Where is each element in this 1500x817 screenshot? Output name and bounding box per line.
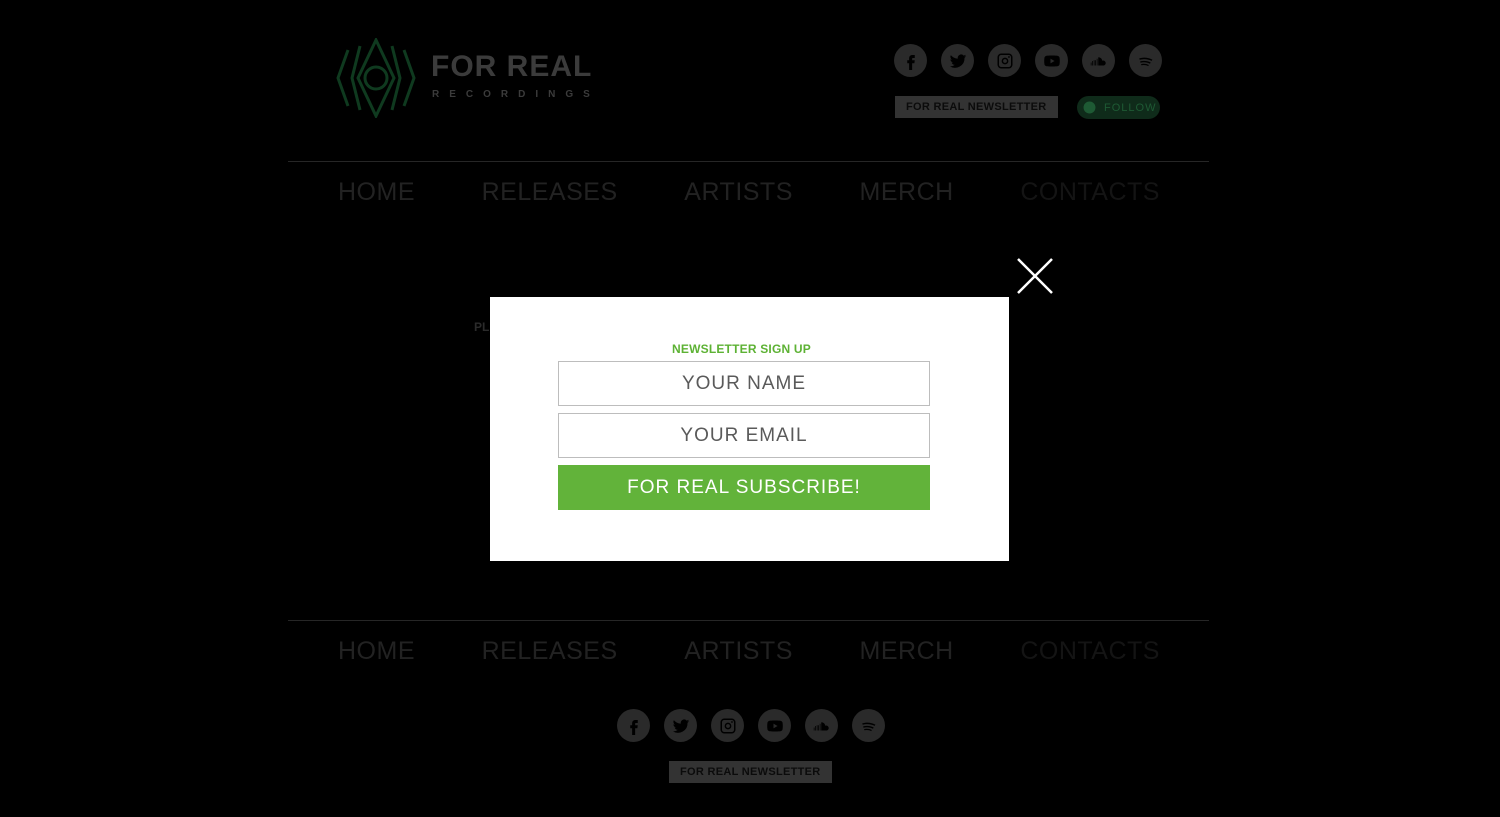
footer-nav: HOME RELEASES ARTISTS MERCH CONTACTS	[338, 637, 1160, 666]
footer-nav-releases[interactable]: RELEASES	[482, 637, 618, 666]
instagram-link[interactable]	[988, 44, 1021, 77]
footer-newsletter-button[interactable]: FOR REAL NEWSLETTER	[669, 761, 832, 783]
footer-nav-home[interactable]: HOME	[338, 637, 415, 666]
obscured-page-text: PL	[474, 320, 490, 334]
instagram-icon	[720, 718, 735, 733]
newsletter-modal: NEWSLETTER SIGN UP FOR REAL SUBSCRIBE!	[490, 297, 1009, 561]
close-icon[interactable]	[1016, 257, 1054, 295]
site-logo[interactable]: FOR REAL RECORDINGS	[336, 38, 596, 118]
twitter-icon	[672, 718, 689, 733]
facebook-icon	[629, 719, 638, 735]
youtube-link[interactable]	[1035, 44, 1068, 77]
twitter-icon	[949, 53, 966, 68]
youtube-icon	[766, 719, 783, 732]
footer-nav-merch[interactable]: MERCH	[860, 637, 954, 666]
logo-title: FOR REAL	[431, 50, 593, 83]
soundcloud-icon	[813, 721, 829, 730]
nav-contacts[interactable]: CONTACTS	[1020, 178, 1160, 207]
nav-artists[interactable]: ARTISTS	[684, 178, 793, 207]
soundcloud-icon	[1090, 56, 1106, 65]
twitter-link[interactable]	[941, 44, 974, 77]
nav-home[interactable]: HOME	[338, 178, 415, 207]
main-nav: HOME RELEASES ARTISTS MERCH CONTACTS	[338, 178, 1160, 207]
header-newsletter-button[interactable]: FOR REAL NEWSLETTER	[895, 96, 1058, 118]
spotify-icon	[1083, 101, 1096, 114]
header-social-links	[894, 44, 1162, 77]
instagram-icon	[997, 53, 1012, 68]
footer-nav-artists[interactable]: ARTISTS	[684, 637, 793, 666]
facebook-link[interactable]	[894, 44, 927, 77]
youtube-icon	[1043, 54, 1060, 67]
follow-label: FOLLOW	[1104, 101, 1157, 114]
subscribe-button[interactable]: FOR REAL SUBSCRIBE!	[558, 465, 930, 510]
footer-social-links	[617, 709, 885, 742]
nav-merch[interactable]: MERCH	[860, 178, 954, 207]
logo-subtitle: RECORDINGS	[432, 89, 600, 100]
spotify-follow-button[interactable]: FOLLOW	[1077, 96, 1160, 119]
footer-soundcloud-link[interactable]	[805, 709, 838, 742]
page: FOR REAL RECORDINGS FOR REAL NEWSLETTER …	[0, 0, 1500, 817]
spotify-icon	[861, 722, 875, 731]
spotify-link[interactable]	[1129, 44, 1162, 77]
footer-instagram-link[interactable]	[711, 709, 744, 742]
nav-releases[interactable]: RELEASES	[482, 178, 618, 207]
spotify-icon	[1138, 57, 1152, 66]
footer-spotify-link[interactable]	[852, 709, 885, 742]
footer-nav-contacts[interactable]: CONTACTS	[1020, 637, 1160, 666]
name-input[interactable]	[558, 361, 930, 406]
footer-divider	[288, 620, 1209, 621]
soundcloud-link[interactable]	[1082, 44, 1115, 77]
header-divider	[288, 161, 1209, 162]
footer-youtube-link[interactable]	[758, 709, 791, 742]
footer-facebook-link[interactable]	[617, 709, 650, 742]
facebook-icon	[906, 54, 915, 70]
modal-title: NEWSLETTER SIGN UP	[672, 342, 811, 356]
logo-mark-icon	[336, 38, 416, 118]
email-input[interactable]	[558, 413, 930, 458]
footer-twitter-link[interactable]	[664, 709, 697, 742]
